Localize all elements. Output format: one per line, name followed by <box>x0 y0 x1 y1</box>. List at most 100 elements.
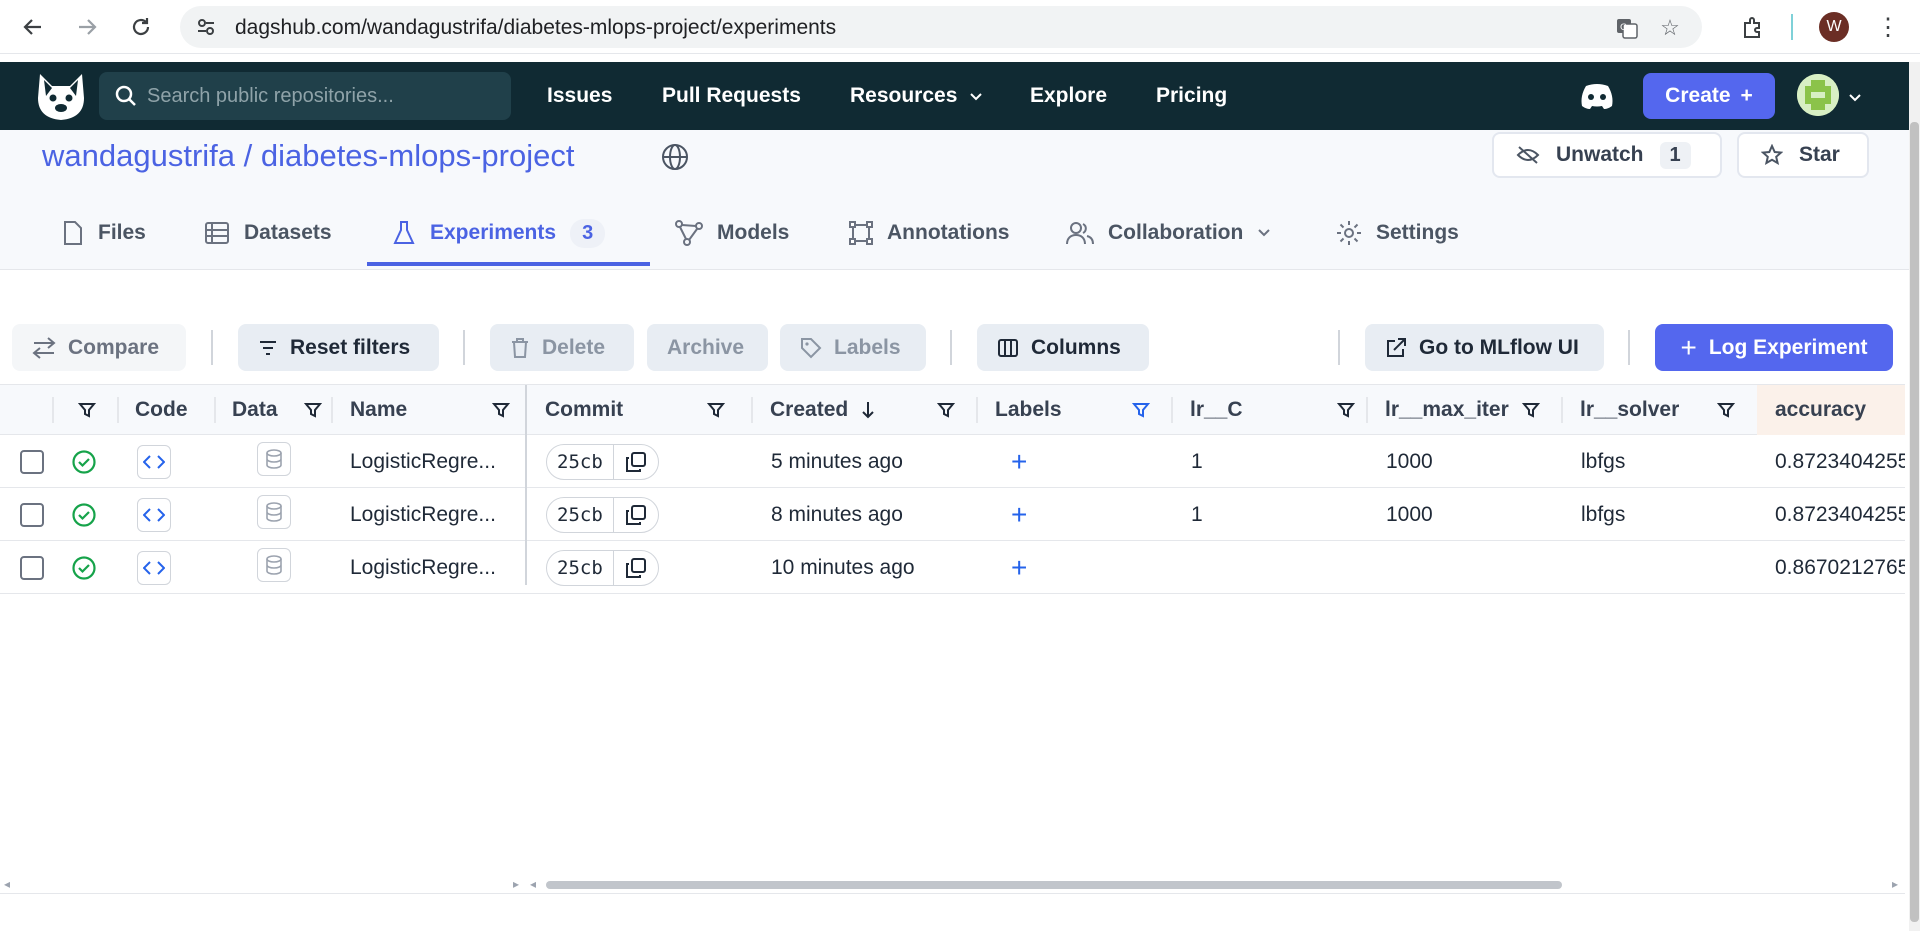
add-label-icon[interactable]: + <box>1011 542 1027 594</box>
table-row[interactable]: LogisticRegre... 25cb 5 minutes ago + 1 … <box>0 436 1905 488</box>
commit-sha[interactable]: 25cb <box>547 550 614 586</box>
code-icon[interactable] <box>137 498 171 532</box>
copy-icon[interactable] <box>614 497 658 533</box>
add-label-icon[interactable]: + <box>1011 489 1027 541</box>
tab-files[interactable]: Files <box>62 208 146 258</box>
chevron-down-icon[interactable] <box>1848 90 1862 108</box>
data-link[interactable] <box>257 489 291 541</box>
horizontal-scroll-thumb[interactable] <box>546 881 1562 889</box>
scroll-left-icon[interactable]: ◂ <box>530 877 536 891</box>
tab-settings[interactable]: Settings <box>1336 208 1459 258</box>
tab-experiments[interactable]: Experiments 3 <box>392 208 606 258</box>
log-experiment-button[interactable]: + Log Experiment <box>1655 324 1893 371</box>
vertical-scroll-thumb[interactable] <box>1910 122 1919 922</box>
nav-resources[interactable]: Resources <box>850 84 983 108</box>
commit-sha[interactable]: 25cb <box>547 444 614 480</box>
checkbox[interactable] <box>20 556 44 580</box>
filter-icon[interactable] <box>1336 401 1356 425</box>
copy-icon[interactable] <box>614 550 658 586</box>
experiment-name[interactable]: LogisticRegre... <box>350 489 496 541</box>
scroll-right-icon[interactable]: ▸ <box>1892 877 1898 891</box>
nav-pull-requests[interactable]: Pull Requests <box>662 84 801 108</box>
tab-collaboration[interactable]: Collaboration <box>1066 208 1271 258</box>
checkbox[interactable] <box>20 503 44 527</box>
search-input[interactable] <box>147 80 497 112</box>
nav-explore[interactable]: Explore <box>1030 84 1107 108</box>
labels-button[interactable]: Labels <box>780 324 926 371</box>
columns-button[interactable]: Columns <box>977 324 1149 371</box>
nav-issues[interactable]: Issues <box>547 84 612 108</box>
data-link[interactable] <box>257 436 291 488</box>
filter-icon[interactable] <box>1521 401 1541 425</box>
scroll-left-icon[interactable]: ◂ <box>4 877 10 891</box>
mlflow-button[interactable]: Go to MLflow UI <box>1365 324 1604 371</box>
scroll-right-icon[interactable]: ▸ <box>513 877 519 891</box>
filter-active-icon[interactable] <box>1131 401 1151 425</box>
commit-pill[interactable]: 25cb <box>546 444 659 480</box>
column-header-name[interactable]: Name <box>350 385 520 435</box>
column-header-data[interactable]: Data <box>232 385 332 435</box>
column-header-created[interactable]: Created <box>770 385 965 435</box>
add-label-icon[interactable]: + <box>1011 436 1027 488</box>
row-checkbox[interactable] <box>20 489 44 541</box>
database-icon[interactable] <box>257 442 291 476</box>
column-header-labels[interactable]: Labels <box>995 385 1160 435</box>
code-link[interactable] <box>137 436 171 488</box>
extensions-icon[interactable] <box>1736 10 1770 44</box>
data-link[interactable] <box>257 542 291 594</box>
filter-icon[interactable] <box>936 401 956 425</box>
bookmark-star-icon[interactable]: ☆ <box>1657 15 1683 41</box>
experiment-name[interactable]: LogisticRegre... <box>350 436 496 488</box>
database-icon[interactable] <box>257 495 291 529</box>
archive-button[interactable]: Archive <box>647 324 768 371</box>
forward-icon[interactable] <box>70 10 104 44</box>
reload-icon[interactable] <box>124 10 158 44</box>
profile-avatar[interactable]: W <box>1819 12 1849 42</box>
back-icon[interactable] <box>16 10 50 44</box>
compare-button[interactable]: Compare <box>12 324 186 371</box>
filter-icon[interactable] <box>1716 401 1736 425</box>
repo-title[interactable]: wandagustrifa / diabetes-mlops-project <box>42 138 574 174</box>
row-checkbox[interactable] <box>20 436 44 488</box>
column-header-code[interactable]: Code <box>135 385 210 435</box>
commit-sha[interactable]: 25cb <box>547 497 614 533</box>
tab-models[interactable]: Models <box>675 208 789 258</box>
star-button[interactable]: Star <box>1737 132 1869 178</box>
address-bar[interactable]: dagshub.com/wandagustrifa/diabetes-mlops… <box>180 6 1702 48</box>
dagshub-logo-icon[interactable] <box>34 70 88 122</box>
user-avatar[interactable] <box>1797 74 1839 116</box>
status-filter-icon[interactable] <box>77 401 97 424</box>
commit-pill[interactable]: 25cb <box>546 550 659 586</box>
column-header-lr-c[interactable]: lr__C <box>1190 385 1365 435</box>
checkbox[interactable] <box>20 450 44 474</box>
sort-down-icon[interactable] <box>860 400 876 420</box>
discord-icon[interactable] <box>1578 82 1616 115</box>
copy-icon[interactable] <box>614 444 658 480</box>
horizontal-scrollbar[interactable]: ◂ ▸ ◂ ▸ <box>0 877 1905 893</box>
code-icon[interactable] <box>137 551 171 585</box>
code-link[interactable] <box>137 489 171 541</box>
row-checkbox[interactable] <box>20 542 44 594</box>
site-info-icon[interactable] <box>194 15 218 39</box>
code-icon[interactable] <box>137 445 171 479</box>
tab-datasets[interactable]: Datasets <box>204 208 332 258</box>
table-row[interactable]: LogisticRegre... 25cb 10 minutes ago + 0… <box>0 542 1905 594</box>
tab-annotations[interactable]: Annotations <box>849 208 1009 258</box>
browser-menu-icon[interactable]: ⋮ <box>1871 10 1905 44</box>
pinned-columns-divider[interactable] <box>525 385 527 585</box>
column-header-commit[interactable]: Commit <box>545 385 735 435</box>
reset-filters-button[interactable]: Reset filters <box>238 324 439 371</box>
commit-pill[interactable]: 25cb <box>546 497 659 533</box>
translate-icon[interactable]: G <box>1614 15 1640 41</box>
unwatch-button[interactable]: Unwatch 1 <box>1492 132 1722 178</box>
search-box[interactable] <box>99 72 511 120</box>
create-button[interactable]: Create + <box>1643 73 1775 119</box>
database-icon[interactable] <box>257 548 291 582</box>
column-header-lr-solver[interactable]: lr__solver <box>1580 385 1745 435</box>
filter-icon[interactable] <box>706 401 726 425</box>
code-link[interactable] <box>137 542 171 594</box>
experiment-name[interactable]: LogisticRegre... <box>350 542 496 594</box>
vertical-scrollbar[interactable] <box>1909 62 1920 931</box>
delete-button[interactable]: Delete <box>490 324 634 371</box>
nav-pricing[interactable]: Pricing <box>1156 84 1227 108</box>
